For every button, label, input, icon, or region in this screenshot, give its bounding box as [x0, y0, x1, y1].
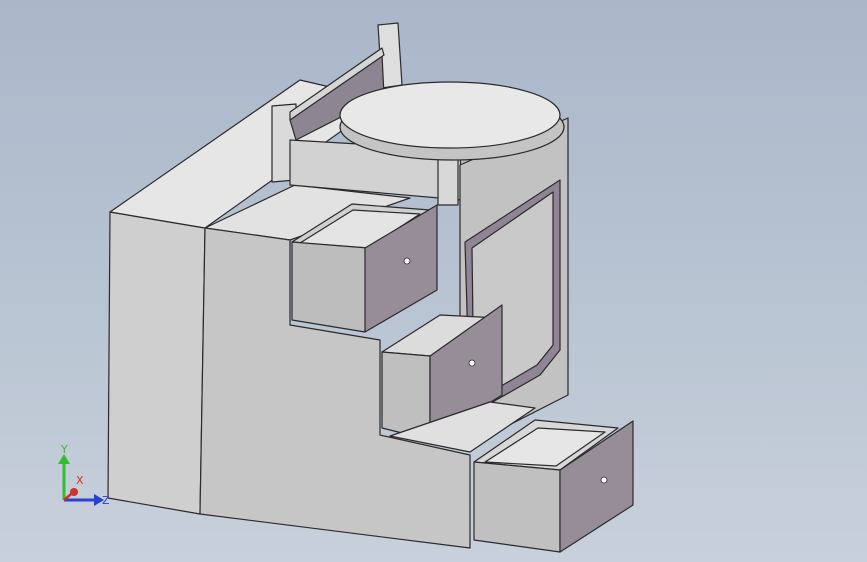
drawer-1-side[interactable] [291, 241, 369, 333]
cad-viewport[interactable]: Y X Z [0, 0, 867, 562]
drawer-1-knob[interactable] [403, 257, 411, 265]
drawer-3-knob[interactable] [600, 476, 608, 484]
triad-y-axis [58, 454, 70, 500]
round-table-top[interactable] [339, 81, 561, 149]
triad-y-label: Y [60, 443, 68, 456]
drawer-3-side[interactable] [473, 461, 561, 553]
triad-x-axis [63, 488, 78, 501]
triad-z-label: Z [102, 494, 110, 507]
triad-x-label: X [76, 474, 84, 487]
coordinate-triad: Y X Z [58, 443, 110, 507]
drawer-2-knob[interactable] [468, 359, 476, 367]
